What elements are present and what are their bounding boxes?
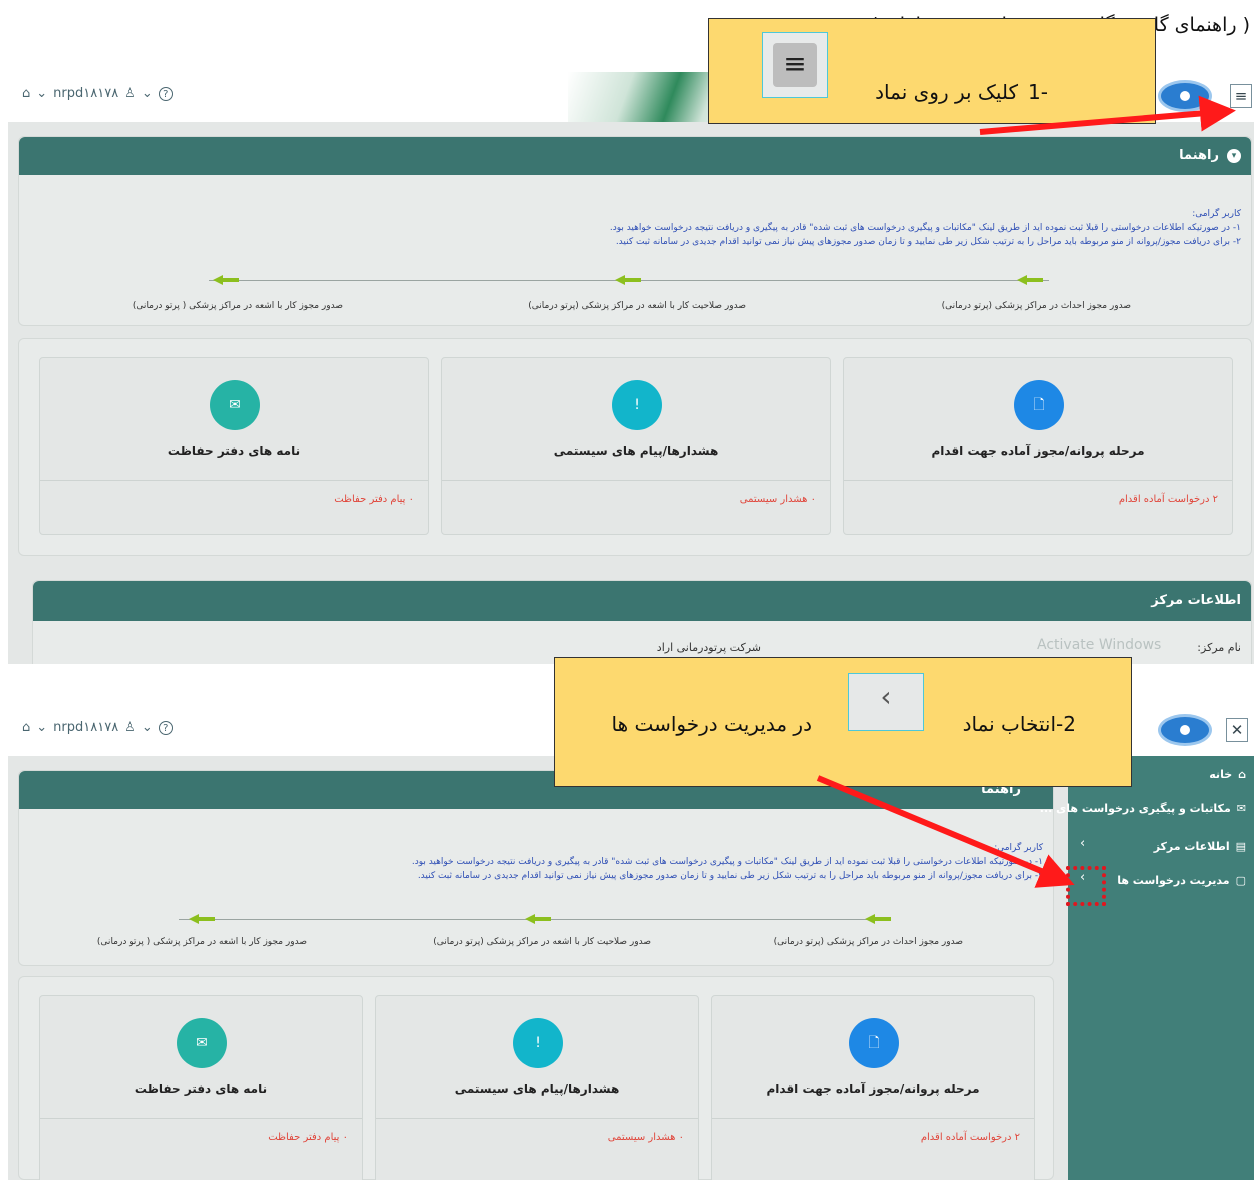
pointer-arrow-1 bbox=[979, 95, 1236, 135]
pointer-arrow-2 bbox=[816, 775, 1075, 888]
pointer-arrows bbox=[816, 95, 1236, 888]
